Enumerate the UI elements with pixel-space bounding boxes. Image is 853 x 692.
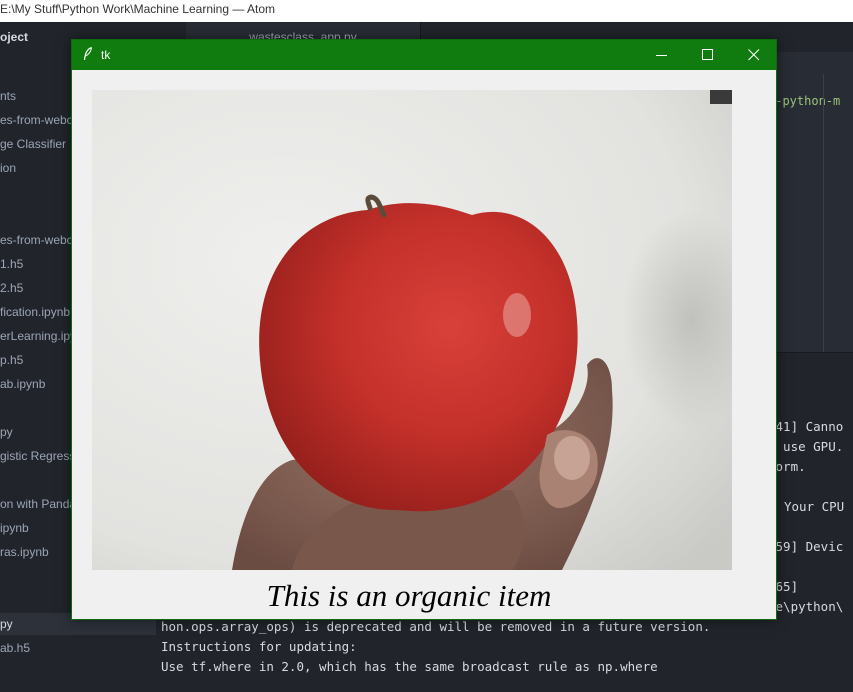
tree-item[interactable]: gistic Regressi [0,448,78,464]
tree-item[interactable]: nts [0,88,16,104]
console-line: re\python\ [768,599,844,614]
tk-window: tk This is an organic item [71,39,777,620]
tree-item[interactable]: es-from-webc [0,232,73,248]
tk-title: tk [101,48,111,62]
tree-item[interactable]: fication.ipynb [0,304,70,320]
console-line: 641] Canno [768,419,844,434]
maximize-button[interactable] [685,40,731,70]
tree-item[interactable]: erLearning.ipy [0,328,76,344]
code-text: v-python-m [768,94,841,108]
console-line: Your CPU [784,499,845,514]
tree-item[interactable]: ge Classifier [0,136,66,152]
tree-item[interactable]: on with Pandas [0,496,82,512]
tree-item[interactable]: ipynb [0,520,29,536]
feather-icon [83,46,93,61]
editor-divider [823,74,824,374]
close-icon [748,49,760,61]
tree-item[interactable]: 1.h5 [0,256,23,272]
tree-item[interactable]: es-from-webc [0,112,73,128]
tree-item[interactable]: ab.ipynb [0,376,45,392]
tree-item[interactable]: ras.ipynb [0,544,49,560]
console-line: 159] Devic [768,539,844,554]
tree-item[interactable]: 2.h5 [0,280,23,296]
tree-item[interactable]: ion [0,160,16,176]
prediction-caption: This is an organic item [266,578,552,613]
atom-window-title: E:\My Stuff\Python Work\Machine Learning… [0,0,853,22]
console-line: Instructions for updating: [161,639,357,654]
minimize-button[interactable] [639,40,685,70]
console-line: Use tf.where in 2.0, which has the same … [161,659,658,674]
console-line: hon.ops.array_ops) is deprecated and wil… [161,619,711,634]
tree-item[interactable]: ab.h5 [0,640,30,656]
tree-item[interactable]: p.h5 [0,352,23,368]
console-line: o use GPU. [768,439,844,454]
tree-header: oject [0,30,29,44]
minimize-icon [656,55,667,56]
close-button[interactable] [731,40,777,70]
tree-item[interactable]: py [0,424,13,440]
tk-titlebar[interactable]: tk [72,40,776,70]
webcam-image [92,90,732,570]
maximize-icon [702,49,713,60]
